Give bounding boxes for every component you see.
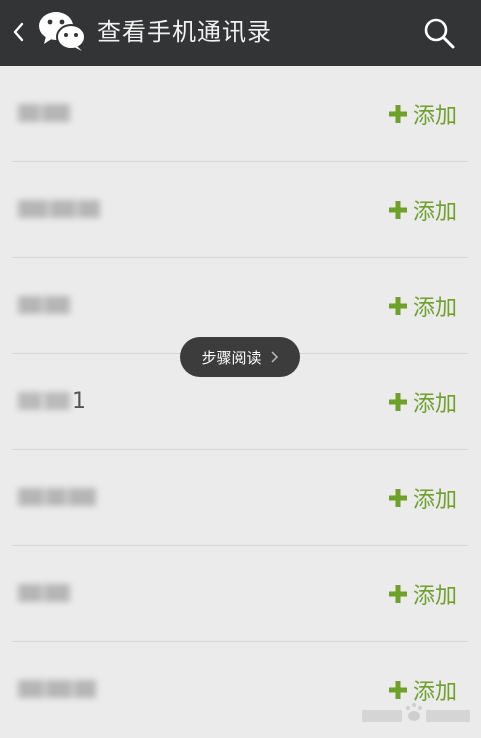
add-label: 添加 xyxy=(412,392,457,417)
page-title: 查看手机通讯录 xyxy=(97,18,272,46)
contact-name-blurred xyxy=(18,98,72,128)
add-label: 添加 xyxy=(412,104,457,129)
contact-name-suffix: 1 xyxy=(72,388,86,414)
plus-icon xyxy=(388,201,407,219)
add-label: 添加 xyxy=(412,584,457,609)
add-contact-button[interactable]: 添加 xyxy=(388,386,457,418)
add-contact-button[interactable]: 添加 xyxy=(388,578,457,610)
plus-icon xyxy=(388,489,407,507)
toast-label: 步骤阅读 xyxy=(201,348,262,367)
contact-name-blurred xyxy=(18,482,98,512)
contact-name-blurred xyxy=(18,578,72,608)
add-contact-button[interactable]: 添加 xyxy=(388,290,457,322)
add-contact-button[interactable]: 添加 xyxy=(388,482,457,514)
contact-list: 添加 添加 添加 1 添加 添加 添加 添加 xyxy=(0,66,481,738)
contact-row: 添加 xyxy=(0,66,481,162)
step-reading-toast[interactable]: 步骤阅读 xyxy=(180,337,300,377)
plus-icon xyxy=(388,105,407,123)
search-icon[interactable] xyxy=(422,17,456,49)
contact-row: 添加 xyxy=(0,162,481,258)
plus-icon xyxy=(388,393,407,411)
contact-row: 添加 xyxy=(0,546,481,642)
plus-icon xyxy=(388,681,407,699)
plus-icon xyxy=(388,585,407,603)
add-label: 添加 xyxy=(412,296,457,321)
add-contact-button[interactable]: 添加 xyxy=(388,194,457,226)
wechat-logo-icon xyxy=(39,12,86,51)
add-contact-button[interactable]: 添加 xyxy=(388,98,457,130)
top-bar: 查看手机通讯录 xyxy=(0,0,481,66)
chevron-right-icon xyxy=(270,351,278,363)
watermark-logo xyxy=(362,703,470,722)
contact-row: 添加 xyxy=(0,450,481,546)
plus-icon xyxy=(388,297,407,315)
add-label: 添加 xyxy=(412,200,457,225)
contact-name-blurred xyxy=(18,194,102,224)
contact-name-blurred: 1 xyxy=(18,386,86,416)
add-label: 添加 xyxy=(412,488,457,513)
contact-name-blurred xyxy=(18,290,72,320)
contact-name-blurred xyxy=(18,674,98,704)
chevron-left-icon[interactable] xyxy=(10,18,26,46)
